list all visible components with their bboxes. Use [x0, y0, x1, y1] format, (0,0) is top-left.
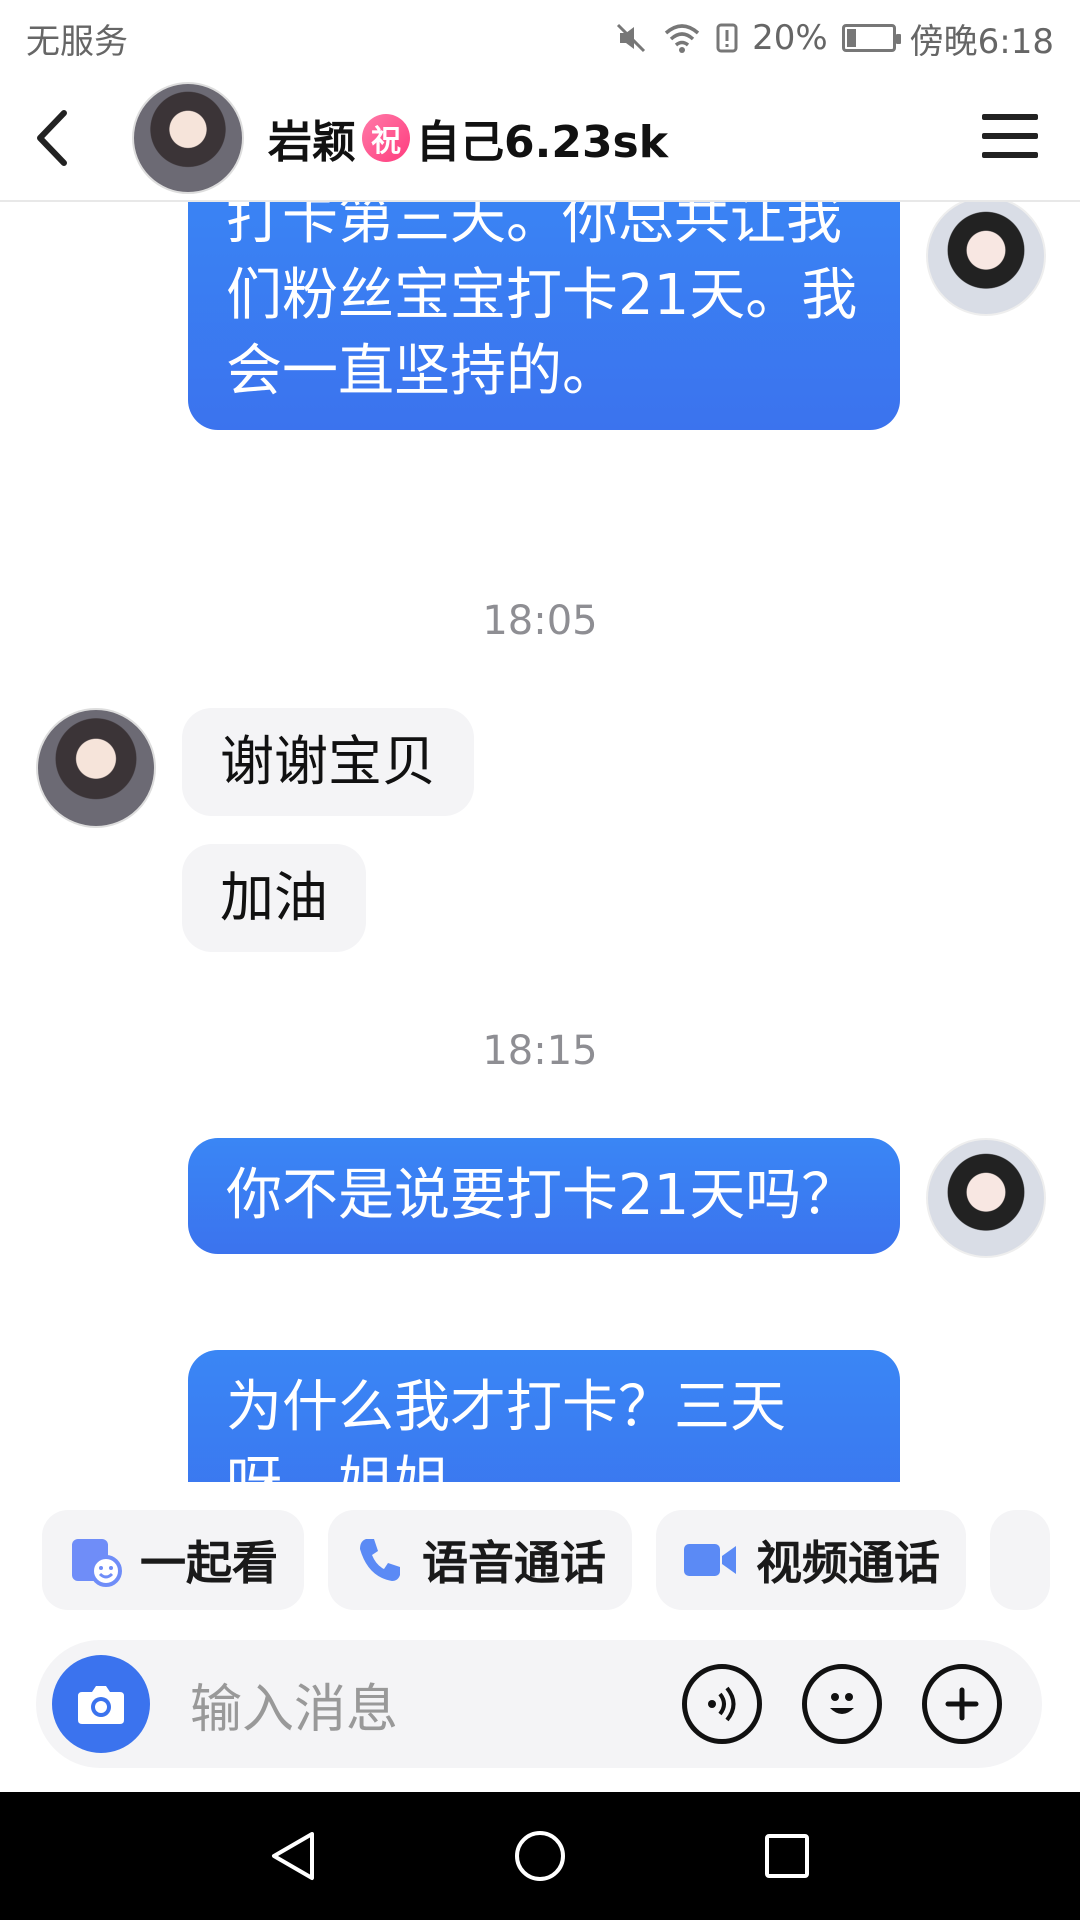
- watch-together-icon: [68, 1533, 122, 1587]
- my-avatar[interactable]: [926, 202, 1046, 316]
- phone-icon: [354, 1535, 404, 1585]
- mute-icon: [614, 21, 648, 55]
- video-call-button[interactable]: 视频通话: [656, 1510, 966, 1610]
- camera-icon: [78, 1686, 124, 1724]
- message-input-bar: 输入消息: [36, 1640, 1042, 1768]
- battery-percent: 20%: [752, 18, 828, 58]
- message-input[interactable]: 输入消息: [190, 1667, 682, 1742]
- contact-avatar[interactable]: [132, 82, 244, 194]
- timestamp: 18:05: [482, 598, 598, 644]
- nav-back-icon[interactable]: [268, 1828, 318, 1884]
- camera-button[interactable]: [52, 1655, 150, 1753]
- voice-call-label: 语音通话: [422, 1536, 606, 1590]
- more-button[interactable]: [922, 1664, 1002, 1744]
- quick-actions: 一起看 语音通话 视频通话: [0, 1508, 1080, 1612]
- chat-header: 岩颖 祝 自己6.23sk: [0, 76, 1080, 202]
- incoming-message[interactable]: 加油: [182, 844, 366, 952]
- clock: 傍晚6:18: [909, 21, 1054, 62]
- emoji-button[interactable]: [802, 1664, 882, 1744]
- message-list[interactable]: 打卡第三天。你总共让我们粉丝宝宝打卡21天。我会一直坚持的。 18:05 谢谢宝…: [0, 202, 1080, 1482]
- more-actions-chip[interactable]: [990, 1510, 1050, 1610]
- watch-together-button[interactable]: 一起看: [42, 1510, 304, 1610]
- my-avatar[interactable]: [926, 1138, 1046, 1258]
- contact-name-prefix: 岩颖: [268, 117, 356, 168]
- menu-button[interactable]: [982, 114, 1038, 158]
- video-camera-icon: [682, 1538, 738, 1582]
- nav-recents-icon[interactable]: [762, 1831, 812, 1881]
- outgoing-message[interactable]: 为什么我才打卡？三天呀，姐姐: [188, 1350, 900, 1482]
- system-nav-bar: [0, 1792, 1080, 1920]
- voice-call-button[interactable]: 语音通话: [328, 1510, 632, 1610]
- celebrate-badge: 祝: [362, 114, 410, 162]
- timestamp: 18:15: [482, 1028, 598, 1074]
- incoming-message[interactable]: 谢谢宝贝: [182, 708, 474, 816]
- voice-input-button[interactable]: [682, 1664, 762, 1744]
- status-icons: 20% 傍晚6:18: [614, 14, 1054, 63]
- status-bar: 无服务 20% 傍晚6:18: [0, 0, 1080, 76]
- carrier-status: 无服务: [26, 21, 128, 62]
- nav-home-icon[interactable]: [513, 1829, 567, 1883]
- contact-avatar-chat[interactable]: [36, 708, 156, 828]
- smiley-icon: [830, 1693, 854, 1714]
- voice-wave-icon: [708, 1686, 736, 1722]
- plus-icon: [945, 1687, 979, 1721]
- watch-together-label: 一起看: [140, 1536, 278, 1590]
- contact-name[interactable]: 岩颖 祝 自己6.23sk: [268, 106, 668, 170]
- back-button[interactable]: [0, 76, 104, 200]
- chevron-left-icon: [37, 110, 67, 166]
- contact-name-suffix: 自己6.23sk: [416, 117, 669, 168]
- hamburger-icon: [982, 114, 1038, 120]
- wifi-icon: [662, 21, 702, 55]
- alert-icon: [716, 21, 738, 55]
- battery-icon: [841, 24, 901, 52]
- video-call-label: 视频通话: [756, 1536, 940, 1590]
- outgoing-message[interactable]: 打卡第三天。你总共让我们粉丝宝宝打卡21天。我会一直坚持的。: [188, 202, 900, 430]
- outgoing-message[interactable]: 你不是说要打卡21天吗？: [188, 1138, 900, 1254]
